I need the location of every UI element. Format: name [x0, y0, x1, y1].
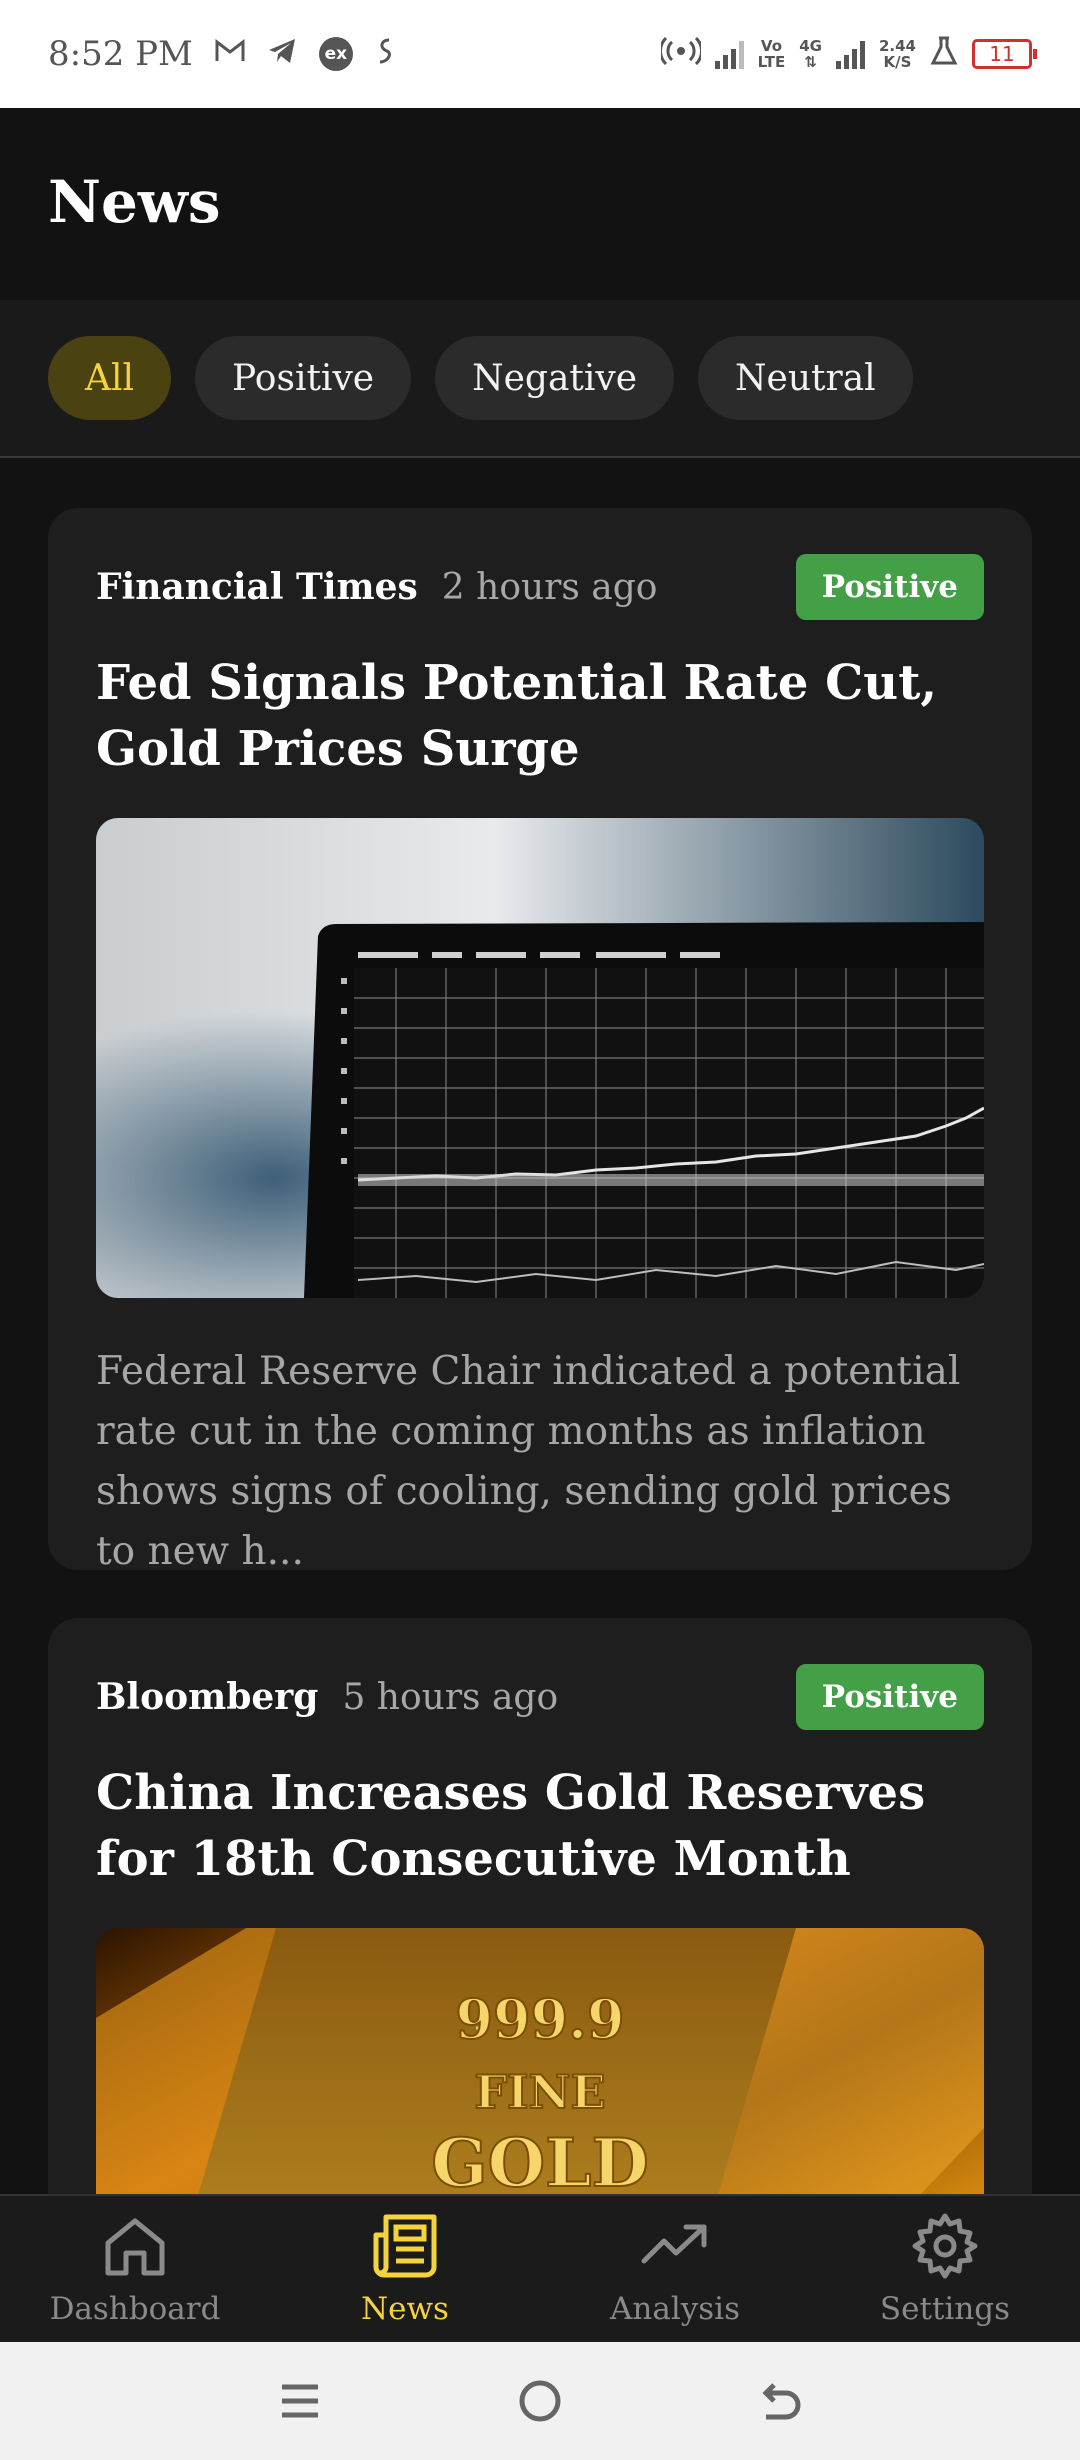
news-summary: Federal Reserve Chair indicated a potent…	[96, 1349, 961, 1574]
volte-icon: Vo LTE	[758, 38, 786, 70]
bottom-nav: Dashboard News Analysis Settings	[0, 2194, 1080, 2342]
news-time: 5 hours ago	[342, 1677, 559, 1718]
back-arrow-icon	[762, 2383, 801, 2420]
back-button[interactable]	[750, 2371, 810, 2431]
sentiment-filter-bar: All Positive Negative Neutral	[0, 300, 1080, 458]
nav-item-news[interactable]: News	[270, 2211, 540, 2327]
filter-chip-all[interactable]: All	[48, 336, 172, 420]
sentiment-badge: Positive	[795, 1664, 984, 1730]
news-headline[interactable]: China Increases Gold Reserves for 18th C…	[96, 1760, 984, 1892]
signal-1-icon	[714, 39, 744, 69]
filter-chip-negative[interactable]: Negative	[435, 336, 675, 420]
network-type-icon: 4G ⇅	[799, 38, 822, 70]
stock-chart-photo	[96, 818, 984, 1298]
filter-chip-positive[interactable]: Positive	[195, 336, 412, 420]
circle-icon	[519, 2380, 561, 2422]
battery-level: 11	[989, 42, 1015, 66]
nav-label-news: News	[361, 2291, 449, 2327]
news-card[interactable]: Financial Times 2 hours ago Positive Fed…	[48, 508, 1032, 1574]
news-source: Financial Times	[96, 566, 418, 608]
nav-label-dashboard: Dashboard	[49, 2291, 221, 2327]
home-button[interactable]	[510, 2371, 570, 2431]
gold-bar-purity: 999.9	[455, 1987, 624, 2051]
battery-icon: 11	[972, 39, 1037, 69]
nav-label-analysis: Analysis	[610, 2291, 740, 2327]
gear-icon	[912, 2213, 978, 2279]
data-arrows-icon: ⇅	[804, 53, 817, 71]
nav-item-dashboard[interactable]: Dashboard	[0, 2211, 270, 2327]
gold-bar-gold: GOLD	[431, 2124, 649, 2194]
news-source: Bloomberg	[96, 1676, 319, 1718]
news-time: 2 hours ago	[441, 567, 658, 608]
nav-item-settings[interactable]: Settings	[810, 2211, 1080, 2327]
gmail-icon	[215, 38, 245, 69]
system-nav-bar	[0, 2342, 1080, 2460]
gold-bar-photo: 999.9 FINE GOLD	[96, 1928, 984, 2194]
filter-chip-neutral[interactable]: Neutral	[698, 336, 913, 420]
trending-up-icon	[641, 2224, 707, 2264]
gold-bar-fine: FINE	[474, 2065, 605, 2119]
news-card[interactable]: Bloomberg 5 hours ago Positive China Inc…	[48, 1618, 1032, 2194]
sentiment-badge: Positive	[795, 554, 984, 620]
app-header: News	[0, 108, 1080, 300]
news-feed[interactable]: Financial Times 2 hours ago Positive Fed…	[0, 460, 1080, 2194]
recent-apps-button[interactable]	[270, 2371, 330, 2431]
nav-item-analysis[interactable]: Analysis	[540, 2211, 810, 2327]
hotspot-icon	[658, 36, 703, 71]
volte-top: Vo	[760, 37, 782, 55]
telegram-icon	[267, 37, 297, 71]
page-title: News	[48, 168, 221, 236]
app-s-icon	[375, 36, 395, 72]
nav-label-settings: Settings	[879, 2291, 1011, 2327]
flask-icon	[930, 36, 958, 72]
net-speed-unit: K/S	[883, 53, 912, 71]
net-speed: 2.44 K/S	[879, 38, 916, 70]
card-meta: Bloomberg 5 hours ago Positive	[96, 1664, 984, 1730]
home-icon	[105, 2218, 165, 2276]
network-type: 4G	[799, 37, 822, 55]
status-bar: 8:52 PM ex Vo LTE 4G ⇅ 2.44 K/S 11	[0, 0, 1080, 108]
net-speed-value: 2.44	[878, 37, 916, 55]
menu-icon	[282, 2384, 318, 2418]
volte-bottom: LTE	[757, 53, 786, 71]
newspaper-icon	[373, 2214, 437, 2278]
app-ex-icon: ex	[318, 37, 353, 71]
status-time: 8:52 PM	[48, 34, 193, 74]
card-meta: Financial Times 2 hours ago Positive	[96, 554, 984, 620]
signal-2-icon	[835, 39, 865, 69]
news-headline[interactable]: Fed Signals Potential Rate Cut, Gold Pri…	[96, 650, 984, 782]
